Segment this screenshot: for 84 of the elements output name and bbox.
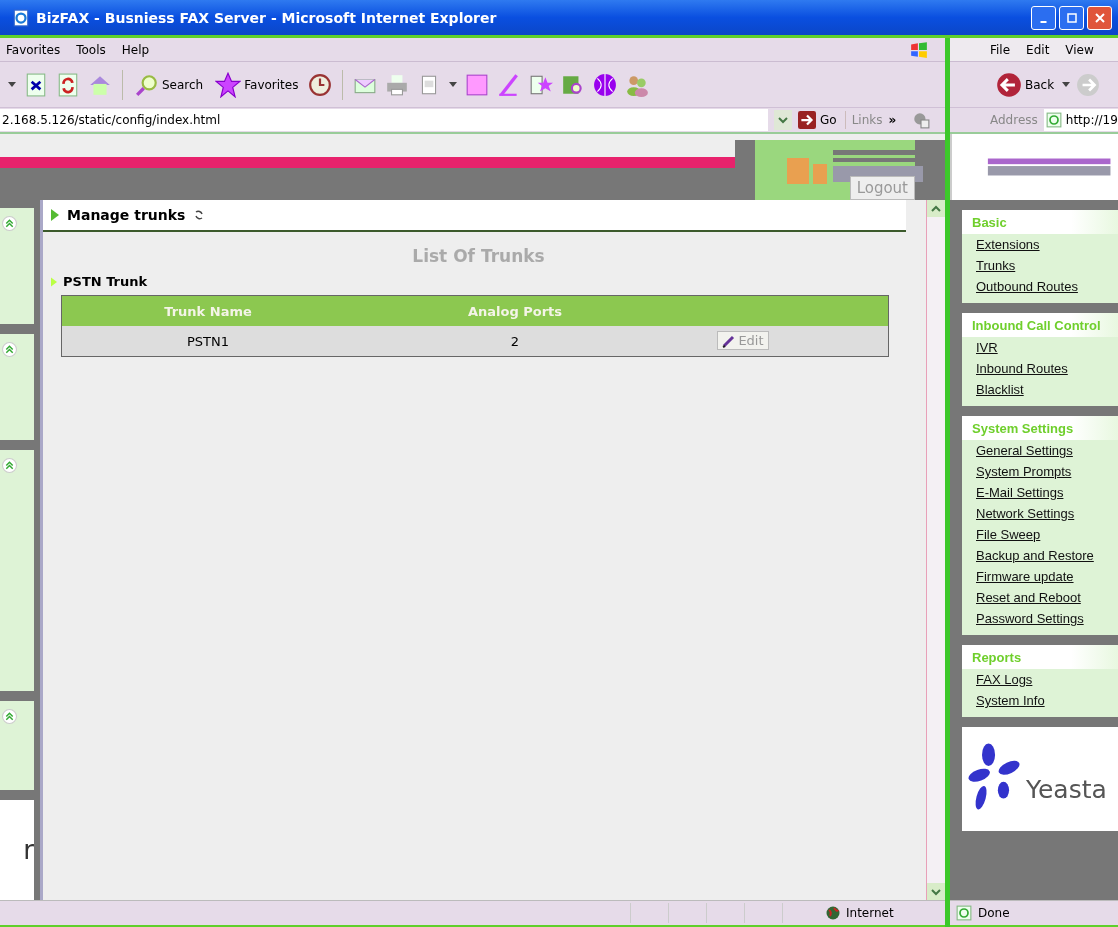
menu-item[interactable]: File xyxy=(990,42,1011,57)
window-title: BizFAX - Busniess FAX Server - Microsoft Internet Explorer xyxy=(36,9,498,26)
globe-icon xyxy=(826,906,840,920)
refresh-icon[interactable] xyxy=(56,72,80,97)
browser-icon xyxy=(12,8,30,27)
windows-logo-icon xyxy=(909,40,929,59)
expand-icon[interactable] xyxy=(2,709,17,724)
history-icon[interactable] xyxy=(308,72,333,97)
expand-icon[interactable] xyxy=(2,341,17,357)
pencil-icon xyxy=(722,333,737,348)
menu-item[interactable]: Edit xyxy=(1026,42,1050,57)
scrollbar[interactable] xyxy=(926,200,945,900)
list-title: List Of Trunks xyxy=(411,246,546,266)
menu-link[interactable]: Backup and Restore xyxy=(962,545,1118,566)
menu-link[interactable]: FAX Logs xyxy=(962,669,1118,690)
menu-link[interactable]: Password Settings xyxy=(962,608,1118,629)
globe-icon[interactable] xyxy=(593,72,618,97)
minimize-icon xyxy=(1040,20,1047,23)
links-label: Links xyxy=(851,113,883,127)
menu-link[interactable]: Firmware update xyxy=(962,566,1118,587)
menu-item[interactable]: View xyxy=(1065,42,1094,57)
menu-link[interactable]: File Sweep xyxy=(962,524,1118,545)
address-field[interactable]: http://19 xyxy=(1043,109,1118,131)
menu-item[interactable]: Favorites xyxy=(6,42,61,57)
scroll-down-icon[interactable] xyxy=(927,883,945,900)
menu-link[interactable]: E-Mail Settings xyxy=(962,482,1118,503)
go-button[interactable]: Go xyxy=(798,111,846,129)
address-field[interactable]: 2.168.5.126/static/config/index.html xyxy=(0,109,768,131)
menu-link[interactable]: General Settings xyxy=(962,440,1118,461)
menu-link[interactable]: Trunks xyxy=(962,255,1118,276)
minimize-button[interactable] xyxy=(1031,5,1056,30)
page-icon xyxy=(1045,112,1062,128)
security-zone: Internet xyxy=(846,906,894,920)
search-icon xyxy=(135,72,159,97)
printer-icon[interactable] xyxy=(385,72,410,97)
menu-heading: Basic xyxy=(962,210,1118,234)
url-text: http://19 xyxy=(1065,113,1118,127)
logo-text: Yeasta xyxy=(1026,774,1107,804)
status-text: Done xyxy=(978,906,1010,920)
menu-link[interactable]: Outbound Routes xyxy=(962,276,1118,297)
arrow-icon xyxy=(51,275,57,288)
search-button[interactable]: Search xyxy=(133,72,206,97)
expand-icon[interactable] xyxy=(2,458,17,474)
column-header: Analog Ports xyxy=(354,295,676,326)
table-cell: PSTN1 xyxy=(61,326,354,357)
caret-icon[interactable] xyxy=(8,81,16,88)
logo-text: r xyxy=(23,834,34,865)
refresh-icon[interactable] xyxy=(193,209,206,221)
menu-link[interactable]: Blacklist xyxy=(962,379,1118,400)
menu-item[interactable]: Help xyxy=(121,42,150,57)
menu-heading: Inbound Call Control xyxy=(962,313,1118,337)
menu-link[interactable]: Inbound Routes xyxy=(962,358,1118,379)
menu-heading: System Settings xyxy=(962,416,1118,440)
menu-item[interactable]: Tools xyxy=(76,42,106,57)
back-button[interactable]: Back xyxy=(994,71,1057,98)
menu-link[interactable]: Network Settings xyxy=(962,503,1118,524)
more-button[interactable]: » xyxy=(888,113,897,127)
table-cell: 2 xyxy=(354,326,676,357)
menu-heading: Reports xyxy=(962,645,1118,669)
arrow-icon xyxy=(51,209,59,221)
stop-icon[interactable] xyxy=(24,72,48,97)
star-icon xyxy=(215,71,242,98)
menu-link[interactable]: IVR xyxy=(962,337,1118,358)
maximize-icon xyxy=(1066,12,1077,23)
dropdown-icon[interactable] xyxy=(774,110,792,130)
menu-link[interactable]: Reset and Reboot xyxy=(962,587,1118,608)
caret-icon[interactable] xyxy=(1062,81,1071,88)
caret-icon[interactable] xyxy=(449,81,458,88)
expand-icon[interactable] xyxy=(2,216,17,231)
close-icon xyxy=(1094,12,1105,23)
menu-link[interactable]: System Prompts xyxy=(962,461,1118,482)
column-header: Trunk Name xyxy=(61,295,354,326)
group-title: PSTN Trunk xyxy=(63,274,148,289)
arrow-icon xyxy=(798,111,816,129)
address-label: Address xyxy=(990,113,1038,127)
menu-link[interactable]: System Info xyxy=(962,690,1118,711)
section-title: Manage trunks xyxy=(67,207,186,223)
close-button[interactable] xyxy=(1087,5,1112,30)
scroll-up-icon[interactable] xyxy=(927,200,945,217)
note-icon[interactable] xyxy=(465,72,490,97)
maximize-button[interactable] xyxy=(1059,5,1084,30)
menu-link[interactable]: Extensions xyxy=(962,234,1118,255)
page-icon xyxy=(956,905,972,921)
favorites-button[interactable]: Favorites xyxy=(213,71,301,98)
